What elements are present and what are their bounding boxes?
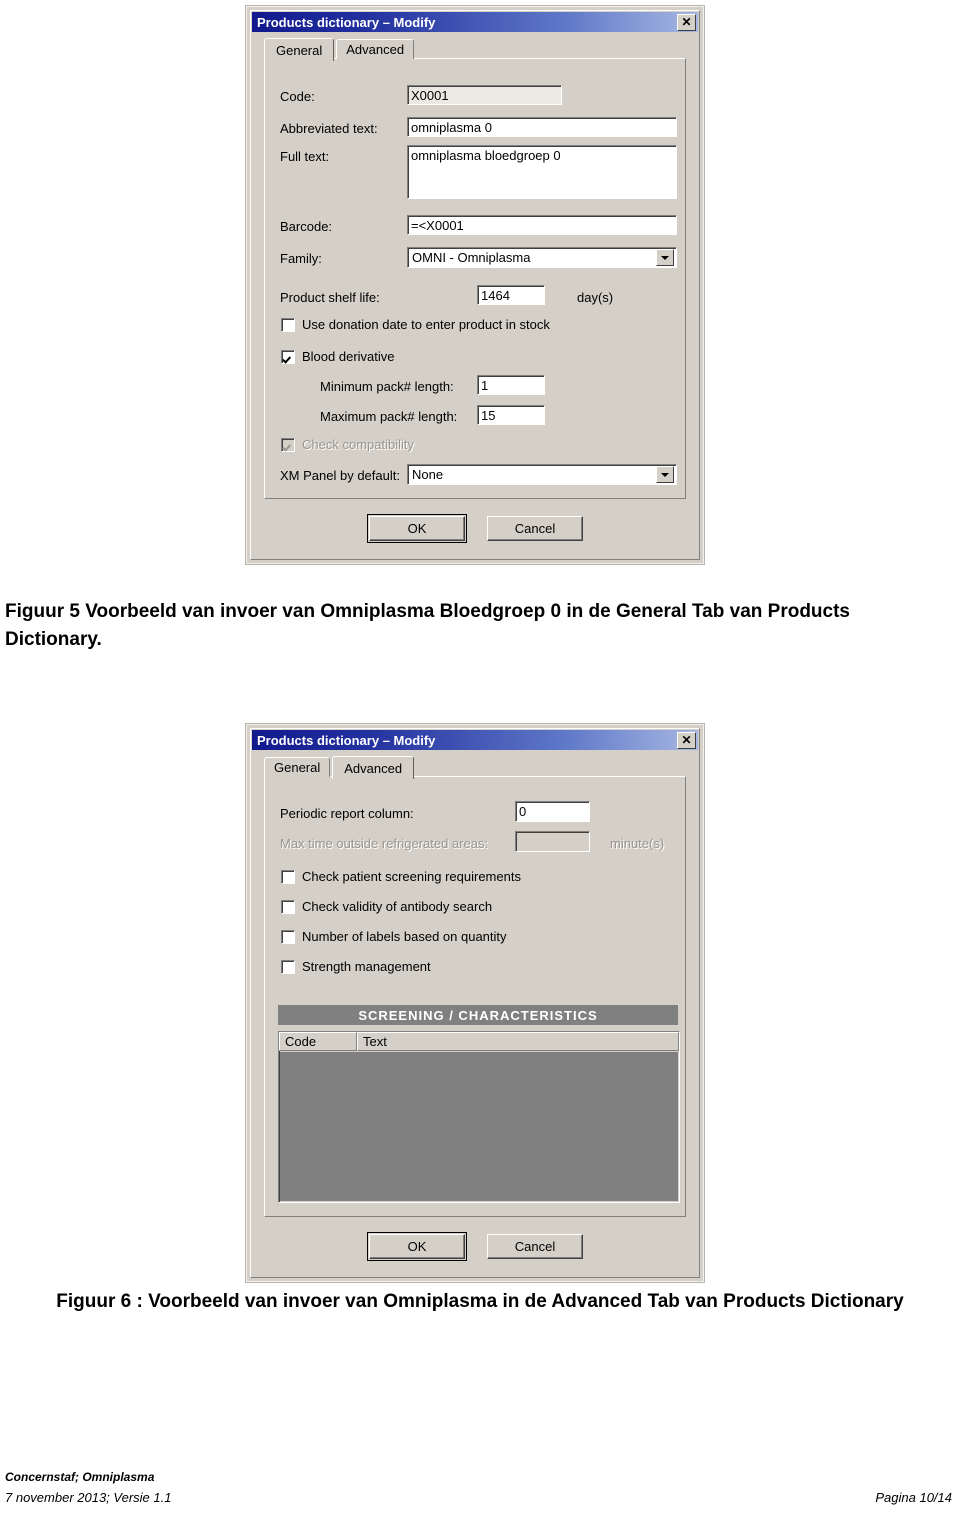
tab-advanced[interactable]: Advanced [336, 39, 415, 59]
code-label: Code: [280, 89, 315, 104]
xm-panel-label: XM Panel by default: [280, 468, 400, 483]
chevron-down-icon[interactable] [656, 466, 674, 483]
figure6-caption: Figuur 6 : Voorbeeld van invoer van Omni… [56, 1291, 904, 1312]
xm-panel-select[interactable]: None [407, 464, 677, 485]
code-input[interactable]: X0001 [407, 85, 562, 105]
max-time-refrigerated-unit: minute(s) [610, 836, 665, 851]
footer-organization: Concernstaf; Omniplasma [5, 1470, 155, 1484]
screening-characteristics-header: SCREENING / CHARACTERISTICS [278, 1005, 678, 1025]
footer-date-version: 7 november 2013; Versie 1.1 [5, 1490, 172, 1505]
tab-general[interactable]: General [264, 38, 335, 61]
full-text-input[interactable]: omniplasma bloedgroep 0 [407, 145, 677, 199]
labels-based-on-quantity-label: Number of labels based on quantity [302, 929, 507, 944]
tab-advanced[interactable]: Advanced [332, 756, 415, 779]
shelf-life-unit: day(s) [577, 290, 614, 305]
abbreviated-text-input[interactable]: omniplasma 0 [407, 117, 677, 137]
check-antibody-validity-checkbox-row[interactable]: Check validity of antibody search [281, 899, 492, 914]
strength-management-label: Strength management [302, 959, 431, 974]
cancel-button[interactable]: Cancel [487, 516, 583, 541]
use-donation-date-checkbox-row[interactable]: Use donation date to enter product in st… [281, 317, 550, 332]
ok-button[interactable]: OK [367, 514, 467, 543]
shelf-life-input[interactable]: 1464 [477, 285, 545, 305]
labels-based-on-quantity-checkbox-row[interactable]: Number of labels based on quantity [281, 929, 507, 944]
footer-page-number: Pagina 10/14 [875, 1490, 952, 1505]
blood-derivative-checkbox-row[interactable]: Blood derivative [281, 349, 395, 364]
tab-panel-general: Code: X0001 Abbreviated text: omniplasma… [264, 58, 686, 499]
dialog-frame: Products dictionary – Modify ✕ General A… [250, 10, 700, 560]
periodic-report-column-input[interactable]: 0 [515, 801, 590, 822]
dialog-title: Products dictionary – Modify [257, 732, 436, 748]
maximum-pack-length-input[interactable]: 15 [477, 405, 545, 425]
column-header-text[interactable]: Text [357, 1032, 679, 1051]
full-text-label: Full text: [280, 149, 330, 164]
check-patient-screening-label: Check patient screening requirements [302, 869, 521, 884]
title-bar[interactable]: Products dictionary – Modify ✕ [252, 12, 698, 32]
max-time-refrigerated-input [515, 831, 590, 852]
check-compatibility-label: Check compatibility [302, 437, 414, 452]
close-icon[interactable]: ✕ [677, 731, 696, 749]
blood-derivative-checkbox[interactable] [281, 349, 295, 364]
strength-management-checkbox-row[interactable]: Strength management [281, 959, 431, 974]
screening-grid-header-row: Code Text [279, 1032, 679, 1051]
xm-panel-value: None [412, 467, 444, 482]
tab-general[interactable]: General [264, 757, 331, 777]
cancel-button[interactable]: Cancel [487, 1234, 583, 1259]
figure5-caption: Figuur 5 Voorbeeld van invoer van Omnipl… [5, 601, 850, 650]
chevron-down-icon[interactable] [656, 249, 674, 266]
check-compatibility-checkbox [281, 437, 295, 452]
screening-grid-body[interactable] [280, 1052, 678, 1201]
dialog-title: Products dictionary – Modify [257, 14, 436, 30]
use-donation-date-label: Use donation date to enter product in st… [302, 317, 550, 332]
shelf-life-label: Product shelf life: [280, 290, 380, 305]
tab-strip[interactable]: General Advanced [264, 756, 416, 779]
minimum-pack-length-input[interactable]: 1 [477, 375, 545, 395]
family-label: Family: [280, 251, 322, 266]
minimum-pack-length-label: Minimum pack# length: [320, 379, 454, 394]
close-icon[interactable]: ✕ [677, 13, 696, 31]
max-time-refrigerated-label: Max time outside refrigerated areas: [280, 836, 489, 851]
periodic-report-column-label: Periodic report column: [280, 806, 414, 821]
blood-derivative-label: Blood derivative [302, 349, 395, 364]
maximum-pack-length-label: Maximum pack# length: [320, 409, 458, 424]
barcode-input[interactable]: =<X0001 [407, 215, 677, 235]
use-donation-date-checkbox[interactable] [281, 317, 295, 332]
screening-grid[interactable]: Code Text [278, 1031, 680, 1203]
tab-strip[interactable]: General Advanced [264, 38, 416, 61]
family-value: OMNI - Omniplasma [412, 250, 531, 265]
family-select[interactable]: OMNI - Omniplasma [407, 247, 677, 268]
labels-based-on-quantity-checkbox[interactable] [281, 929, 295, 944]
check-patient-screening-checkbox[interactable] [281, 869, 295, 884]
products-dictionary-dialog-advanced[interactable]: Products dictionary – Modify ✕ General A… [246, 724, 704, 1282]
abbreviated-text-label: Abbreviated text: [280, 121, 378, 136]
title-bar[interactable]: Products dictionary – Modify ✕ [252, 730, 698, 750]
dialog-frame: Products dictionary – Modify ✕ General A… [250, 728, 700, 1278]
tab-panel-advanced: Periodic report column: 0 Max time outsi… [264, 776, 686, 1217]
ok-button[interactable]: OK [367, 1232, 467, 1261]
column-header-code[interactable]: Code [279, 1032, 357, 1051]
check-compatibility-checkbox-row: Check compatibility [281, 437, 414, 452]
check-patient-screening-checkbox-row[interactable]: Check patient screening requirements [281, 869, 521, 884]
check-antibody-validity-checkbox[interactable] [281, 899, 295, 914]
barcode-label: Barcode: [280, 219, 333, 234]
strength-management-checkbox[interactable] [281, 959, 295, 974]
products-dictionary-dialog-general[interactable]: Products dictionary – Modify ✕ General A… [246, 6, 704, 564]
check-antibody-validity-label: Check validity of antibody search [302, 899, 493, 914]
